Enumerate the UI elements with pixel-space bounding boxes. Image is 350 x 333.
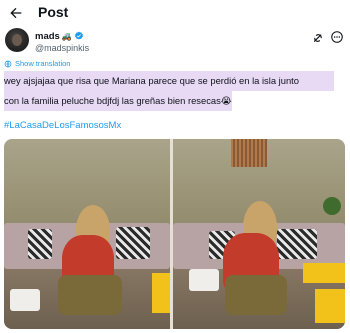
show-translation-label[interactable]: Show translation xyxy=(15,59,70,68)
back-arrow-icon[interactable] xyxy=(8,5,24,21)
avatar[interactable] xyxy=(5,28,29,52)
media-grid[interactable] xyxy=(4,139,345,329)
page-title: Post xyxy=(38,4,69,20)
media-image-right[interactable] xyxy=(173,139,345,329)
verified-badge-icon[interactable] xyxy=(74,31,84,41)
author-row: mads 🚜 @madspinkis xyxy=(0,28,350,56)
media-image-left[interactable] xyxy=(4,139,170,329)
tweet-text-line-1: wey ajsjajaa que risa que Mariana parece… xyxy=(4,71,334,91)
author-handle[interactable]: @madspinkis xyxy=(35,43,89,53)
author-name-emoji: 🚜 xyxy=(61,31,72,41)
more-options-icon[interactable] xyxy=(330,30,344,44)
hashtag-link[interactable]: #LaCasaDeLosFamososMx xyxy=(4,120,121,131)
tweet-text: wey ajsjajaa que risa que Mariana parece… xyxy=(4,71,344,111)
post-header: Post xyxy=(0,0,350,26)
author-display-name[interactable]: mads xyxy=(35,31,60,42)
grok-icon[interactable] xyxy=(312,32,324,44)
globe-icon xyxy=(4,60,12,67)
show-translation-link[interactable]: Show translation xyxy=(4,59,70,68)
author-name-row[interactable]: mads 🚜 xyxy=(35,30,84,42)
tweet-text-line-2: con la familia peluche bdjfdj las greñas… xyxy=(4,91,232,111)
